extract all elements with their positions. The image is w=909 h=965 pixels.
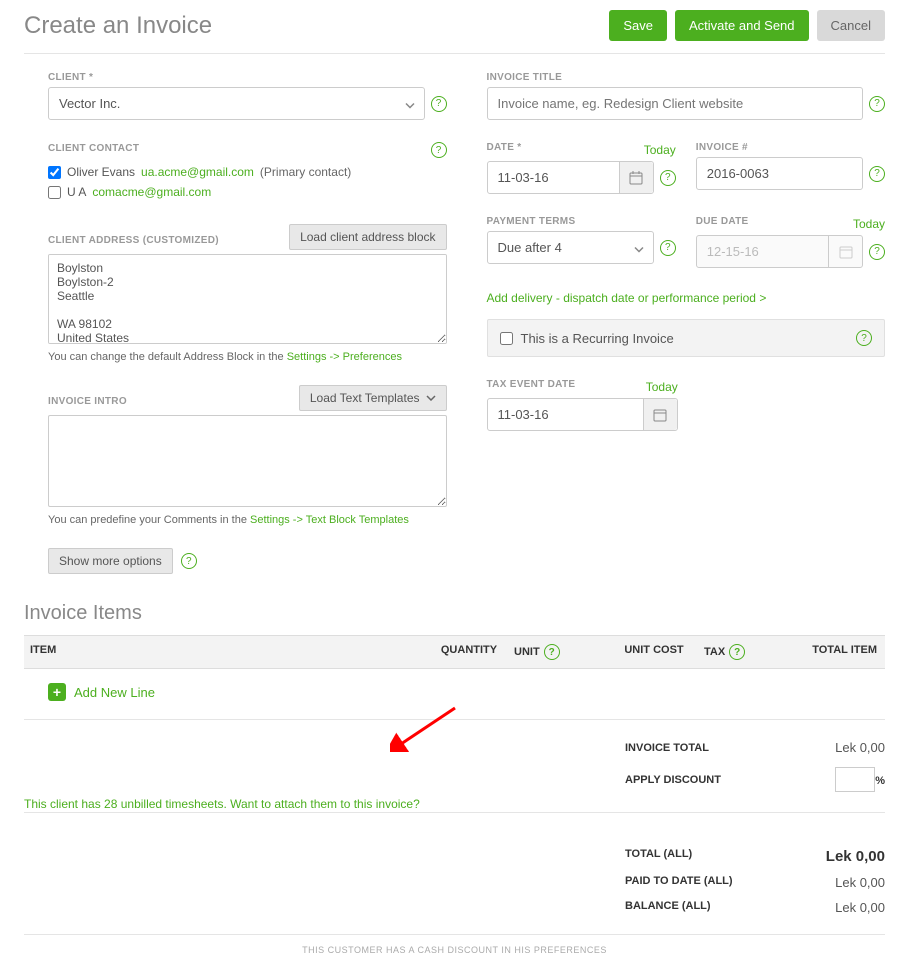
items-header-row: ITEM QUANTITY UNIT? UNIT COST TAX? TOTAL… — [24, 635, 885, 669]
load-templates-button[interactable]: Load Text Templates — [299, 385, 447, 411]
items-title: Invoice Items — [24, 602, 885, 625]
help-icon[interactable]: ? — [869, 244, 885, 260]
contact-email-link[interactable]: ua.acme@gmail.com — [141, 165, 254, 179]
plus-icon: + — [48, 683, 66, 701]
contact-email-link[interactable]: comacme@gmail.com — [92, 185, 211, 199]
col-qty: QUANTITY — [424, 644, 514, 660]
settings-link[interactable]: Settings -> Preferences — [287, 351, 402, 363]
invoice-total-label: INVOICE TOTAL — [625, 742, 709, 754]
show-more-options-button[interactable]: Show more options — [48, 548, 173, 574]
discount-input[interactable] — [835, 767, 875, 792]
calendar-icon[interactable] — [643, 399, 677, 430]
terms-select[interactable]: Due after 4 — [487, 231, 654, 264]
help-icon[interactable]: ? — [856, 330, 872, 346]
invoice-title-label: INVOICE TITLE — [487, 72, 886, 83]
today-link[interactable]: Today — [644, 143, 676, 157]
today-link[interactable]: Today — [646, 380, 678, 394]
chevron-down-icon — [426, 395, 436, 401]
help-icon[interactable]: ? — [660, 170, 676, 186]
paid-value: Lek 0,00 — [835, 875, 885, 890]
contact-name: U A — [67, 185, 86, 199]
intro-hint: You can predefine your Comments in the S… — [48, 514, 447, 526]
activate-send-button[interactable]: Activate and Send — [675, 10, 809, 41]
contact-name: Oliver Evans — [67, 165, 135, 179]
help-icon[interactable]: ? — [660, 240, 676, 256]
add-line-link[interactable]: Add New Line — [74, 685, 155, 700]
cancel-button[interactable]: Cancel — [817, 10, 885, 41]
save-button[interactable]: Save — [609, 10, 667, 41]
address-textarea[interactable] — [48, 254, 447, 344]
header-actions: Save Activate and Send Cancel — [609, 10, 885, 41]
contact-suffix: (Primary contact) — [260, 165, 351, 179]
col-tax: TAX? — [704, 644, 784, 660]
recurring-label[interactable]: This is a Recurring Invoice — [500, 331, 674, 346]
discount-value: % — [835, 767, 885, 792]
client-select[interactable]: Vector Inc. — [48, 87, 425, 120]
add-line-row[interactable]: + Add New Line — [24, 669, 885, 720]
balance-value: Lek 0,00 — [835, 900, 885, 915]
help-icon[interactable]: ? — [869, 96, 885, 112]
contact-row: U A comacme@gmail.com — [48, 182, 447, 202]
page-title: Create an Invoice — [24, 12, 212, 40]
invoice-no-label: INVOICE # — [696, 142, 885, 153]
balance-label: BALANCE (ALL) — [625, 900, 711, 915]
add-delivery-link[interactable]: Add delivery - dispatch date or performa… — [487, 291, 767, 305]
load-address-button[interactable]: Load client address block — [289, 224, 446, 250]
help-icon[interactable]: ? — [544, 644, 560, 660]
help-icon[interactable]: ? — [869, 166, 885, 182]
total-all-label: TOTAL (ALL) — [625, 848, 692, 865]
unbilled-timesheets-link[interactable]: This client has 28 unbilled timesheets. … — [24, 797, 885, 811]
recurring-checkbox[interactable] — [500, 332, 513, 345]
contact-row: Oliver Evans ua.acme@gmail.com (Primary … — [48, 162, 447, 182]
client-label: CLIENT * — [48, 72, 447, 83]
help-icon[interactable]: ? — [431, 96, 447, 112]
terms-label: PAYMENT TERMS — [487, 216, 676, 227]
invoice-no-input[interactable] — [696, 157, 863, 190]
intro-textarea[interactable] — [48, 415, 447, 507]
total-all-value: Lek 0,00 — [826, 848, 885, 865]
calendar-icon[interactable] — [619, 162, 653, 193]
col-unit: UNIT? — [514, 644, 604, 660]
due-label: DUE DATE — [696, 216, 749, 227]
address-label: CLIENT ADDRESS (CUSTOMIZED) — [48, 235, 219, 246]
invoice-title-input[interactable] — [487, 87, 864, 120]
help-icon[interactable]: ? — [181, 553, 197, 569]
help-icon[interactable]: ? — [431, 142, 447, 158]
col-total: TOTAL ITEM — [784, 644, 885, 660]
invoice-total-value: Lek 0,00 — [835, 740, 885, 755]
date-label: DATE * — [487, 142, 522, 153]
col-cost: UNIT COST — [604, 644, 704, 660]
recurring-box: This is a Recurring Invoice ? — [487, 319, 886, 357]
today-link[interactable]: Today — [853, 217, 885, 231]
col-item: ITEM — [24, 644, 424, 660]
address-hint: You can change the default Address Block… — [48, 351, 447, 363]
intro-label: INVOICE INTRO — [48, 396, 127, 407]
tax-event-label: TAX EVENT DATE — [487, 379, 576, 390]
balance-block: TOTAL (ALL) Lek 0,00 PAID TO DATE (ALL) … — [24, 829, 885, 935]
footer-note: THIS CUSTOMER HAS A CASH DISCOUNT IN HIS… — [24, 945, 885, 955]
contact-label: CLIENT CONTACT — [48, 143, 139, 154]
calendar-icon[interactable] — [828, 236, 862, 267]
discount-label: APPLY DISCOUNT — [625, 774, 721, 786]
page-header: Create an Invoice Save Activate and Send… — [24, 10, 885, 54]
templates-link[interactable]: Settings -> Text Block Templates — [250, 514, 409, 526]
contact-checkbox[interactable] — [48, 166, 61, 179]
contact-checkbox[interactable] — [48, 186, 61, 199]
paid-label: PAID TO DATE (ALL) — [625, 875, 733, 890]
help-icon[interactable]: ? — [729, 644, 745, 660]
